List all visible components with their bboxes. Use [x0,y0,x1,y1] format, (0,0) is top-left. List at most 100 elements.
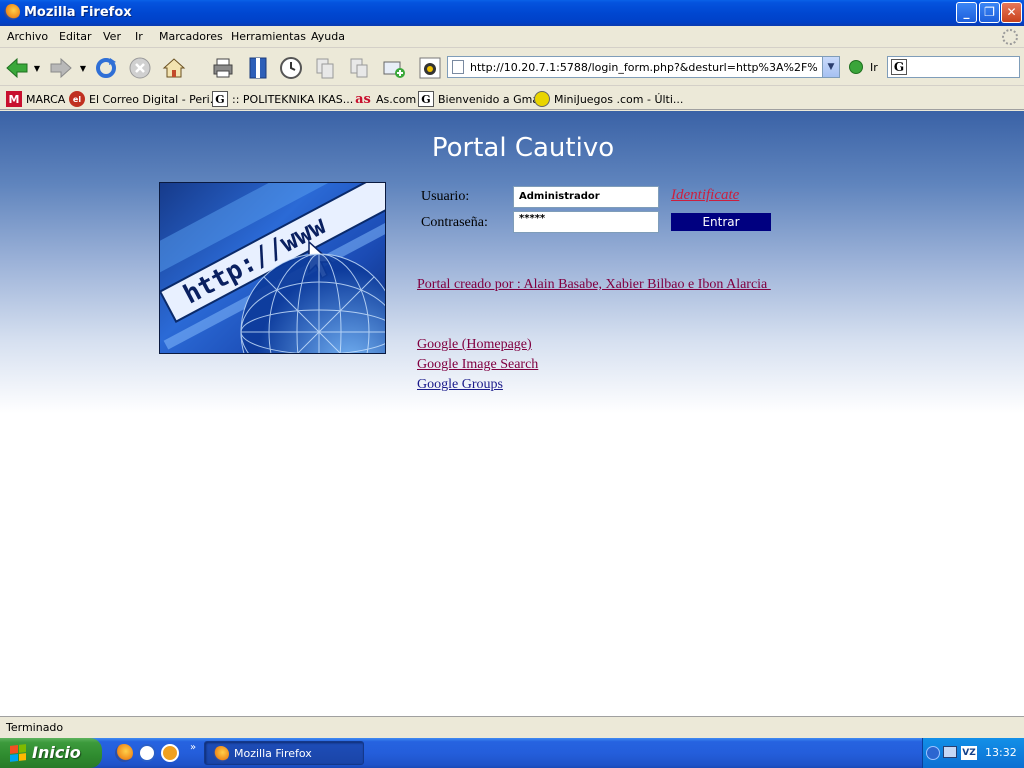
bookmark-el-correo[interactable]: el El Correo Digital - Peri... [69,91,220,107]
quicklaunch-more-icon[interactable]: » [190,742,196,753]
new-window-button[interactable] [382,56,406,80]
google-homepage-link[interactable]: Google (Homepage) [417,337,532,353]
quicklaunch-ie-icon[interactable] [138,744,156,762]
status-bar: Terminado [0,716,1024,738]
page-icon [452,60,464,74]
windows-logo-icon [10,744,26,762]
menu-ayuda[interactable]: Ayuda [311,30,345,43]
bookmark-label: :: POLITEKNIKA IKAS... [232,92,354,106]
back-arrow-icon [6,57,28,79]
maximize-button[interactable]: ❐ [979,2,1000,23]
copy-button[interactable] [313,56,337,80]
bug-icon [419,57,441,79]
url-dropdown-icon[interactable]: ▼ [822,57,839,77]
tray-app-icon[interactable]: VZ [961,746,977,760]
identificate-link[interactable]: Identificate [671,187,739,204]
forward-dropdown-icon[interactable]: ▼ [77,56,89,80]
paste-icon [350,58,368,78]
firefox-icon [4,4,20,20]
credit-link[interactable]: Portal creado por : Alain Basabe, Xabier… [417,277,771,293]
minimize-button[interactable]: _ [956,2,977,23]
copy-icon [316,58,334,79]
extension-button[interactable] [418,56,442,80]
bookmark-gmail[interactable]: G Bienvenido a Gmail [418,91,545,107]
taskbar-item-firefox[interactable]: Mozilla Firefox [204,741,364,765]
password-label: Contraseña: [421,215,488,230]
menu-editar[interactable]: Editar [59,30,92,43]
stop-button[interactable] [128,56,152,80]
menu-ir[interactable]: Ir [135,30,143,43]
bookmark-politeknika[interactable]: G :: POLITEKNIKA IKAS... [212,91,353,107]
window-title: Mozilla Firefox [24,5,132,20]
search-box[interactable]: G [887,56,1020,78]
bookmark-label: As.com [376,92,417,106]
taskbar-item-label: Mozilla Firefox [234,747,312,760]
home-icon [162,58,186,78]
google-g-icon: G [212,91,228,107]
menu-bar: Archivo Editar Ver Ir Marcadores Herrami… [0,26,1024,48]
bookmark-label: MiniJuegos .com - Últi... [554,92,684,106]
page-content: Portal Cautivo http://www Usuario: Admin… [0,111,1024,716]
usuario-input[interactable]: Administrador [513,186,659,208]
menu-archivo[interactable]: Archivo [7,30,48,43]
taskbar: Inicio » Mozilla Firefox VZ 13:32 [0,738,1024,768]
password-input[interactable]: ***** [513,211,659,233]
minijuegos-icon [534,91,550,107]
back-button[interactable] [5,56,29,80]
quicklaunch-firefox-icon[interactable] [115,744,133,762]
menu-ver[interactable]: Ver [103,30,121,43]
menu-herramientas[interactable]: Herramientas [231,30,306,43]
menu-marcadores[interactable]: Marcadores [159,30,223,43]
clock-icon [280,57,302,79]
go-icon[interactable] [849,60,863,74]
bookmark-label: El Correo Digital - Peri... [89,92,221,106]
home-button[interactable] [162,56,186,80]
http-globe-illustration: http://www [159,182,386,354]
bookmarks-toolbar: M MARCA el El Correo Digital - Peri... G… [0,86,1024,110]
url-input[interactable] [470,59,818,75]
history-button[interactable] [279,56,303,80]
google-groups-link[interactable]: Google Groups [417,377,503,393]
close-button[interactable]: ✕ [1001,2,1022,23]
el-correo-icon: el [69,91,85,107]
clock: 13:32 [985,746,1017,759]
new-window-icon [383,61,405,78]
as-icon: as [355,91,371,107]
forward-button[interactable] [49,56,73,80]
entrar-button[interactable]: Entrar [671,213,771,231]
reload-icon [96,58,116,78]
page-title: Portal Cautivo [431,133,615,163]
quicklaunch-media-icon[interactable] [161,744,179,762]
bookmarks-icon [249,57,267,79]
go-label[interactable]: Ir [870,61,878,74]
system-tray: VZ 13:32 [922,738,1024,768]
bookmark-label: Bienvenido a Gmail [438,92,546,106]
back-dropdown-icon[interactable]: ▼ [31,56,43,80]
usuario-label: Usuario: [421,189,470,204]
forward-arrow-icon [50,57,72,79]
firefox-icon [213,746,229,762]
print-button[interactable] [211,56,235,80]
navigation-toolbar: ▼ ▼ ▼ Ir G [0,48,1024,86]
start-button[interactable]: Inicio [0,738,102,768]
bookmarks-sidebar-button[interactable] [246,56,270,80]
bookmark-minijuegos[interactable]: MiniJuegos .com - Últi... [534,91,683,107]
bookmark-marca[interactable]: M MARCA [6,91,65,107]
paste-button[interactable] [347,56,371,80]
bookmark-label: MARCA [26,92,66,106]
status-text: Terminado [6,721,64,734]
hero-image: http://www [159,182,386,354]
bookmark-as[interactable]: as As.com [354,91,416,107]
printer-icon [213,58,233,78]
reload-button[interactable] [94,56,118,80]
google-image-search-link[interactable]: Google Image Search [417,357,538,373]
address-bar[interactable]: ▼ [447,56,840,78]
tray-expand-icon[interactable] [926,746,940,760]
google-search-icon[interactable]: G [891,59,907,75]
network-icon[interactable] [943,746,957,758]
throbber-icon [1002,29,1018,45]
google-g-icon: G [418,91,434,107]
stop-icon [129,57,151,79]
start-label: Inicio [32,743,81,762]
window-titlebar[interactable]: Mozilla Firefox _ ❐ ✕ [0,0,1024,26]
